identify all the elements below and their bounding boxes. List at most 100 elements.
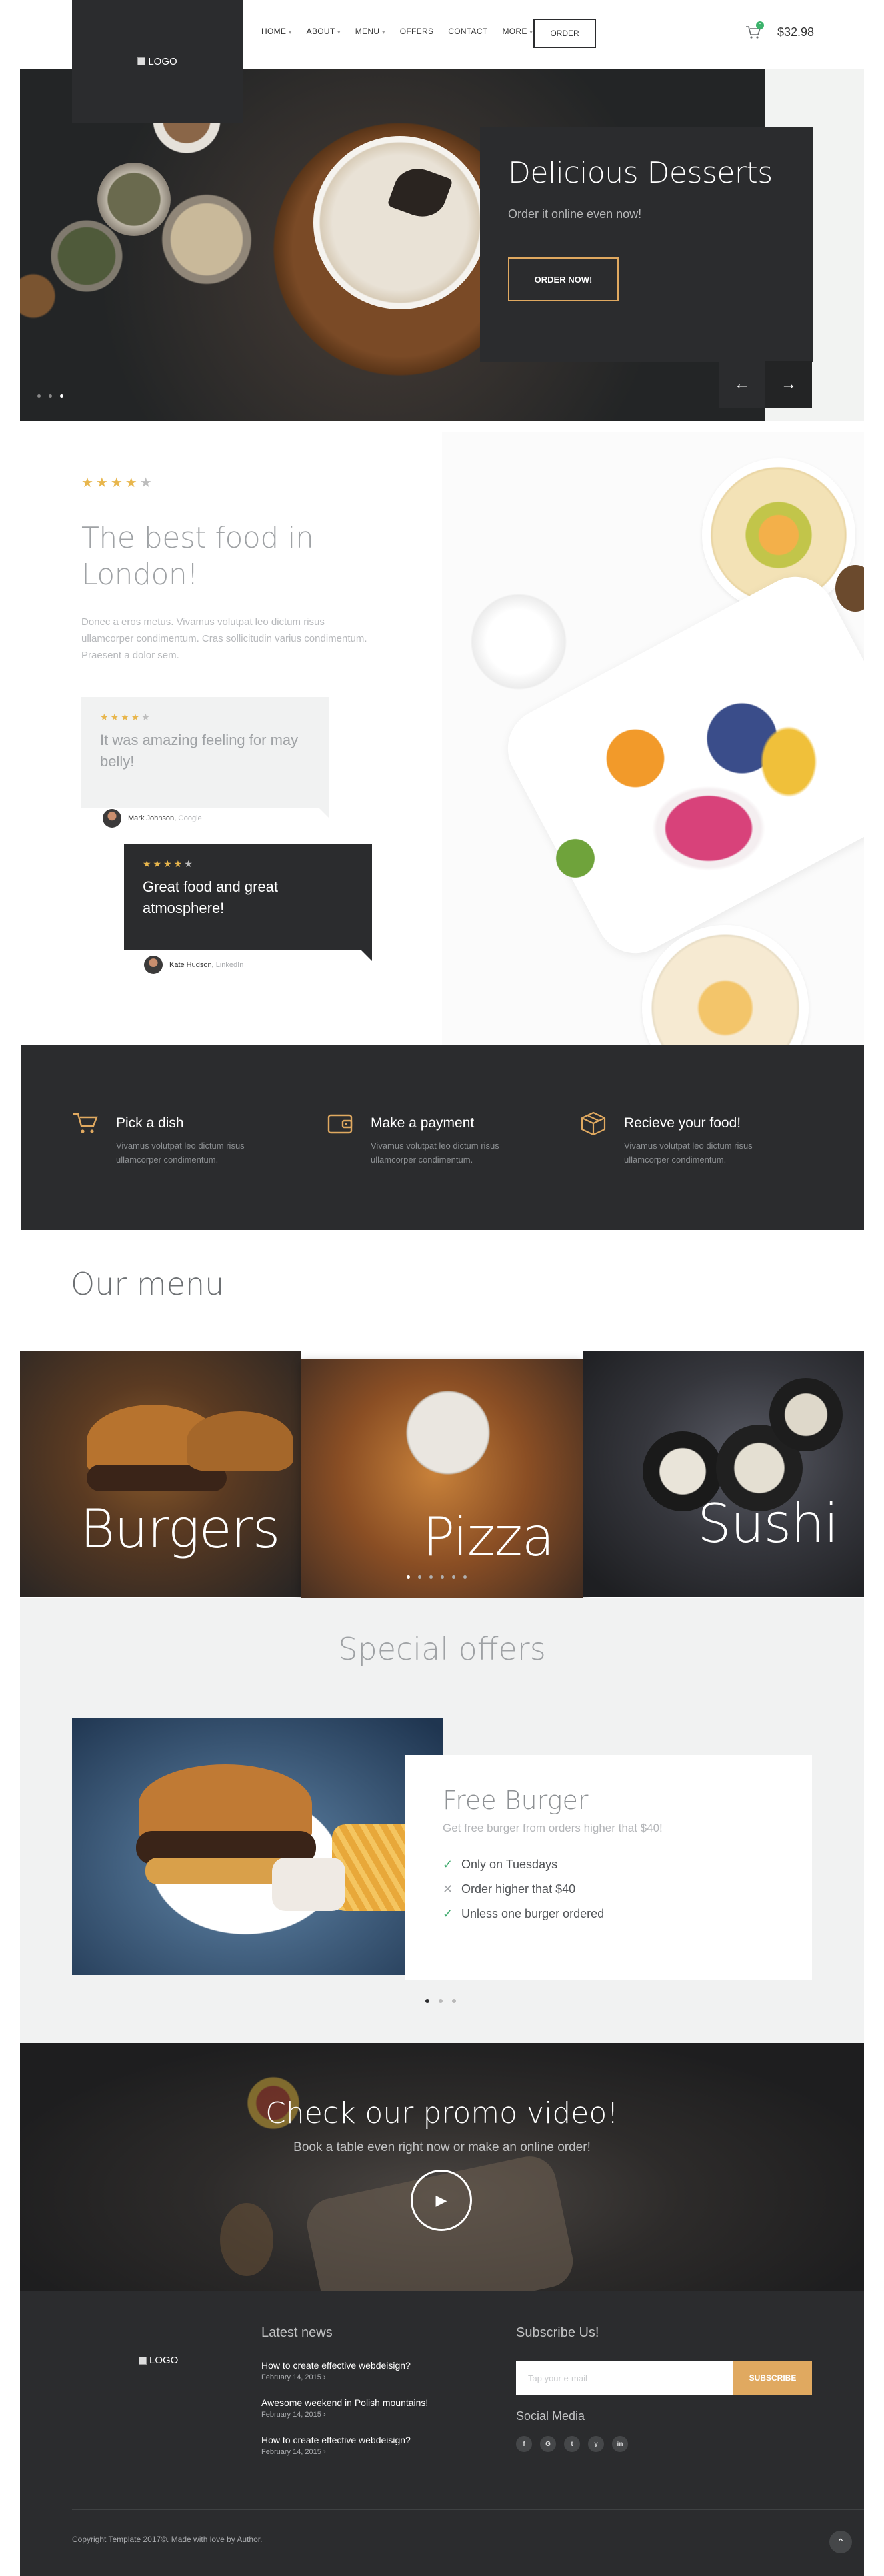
author-site[interactable]: Google (178, 814, 201, 822)
pagination-dot-active[interactable] (425, 1999, 429, 2003)
footer-divider (72, 2509, 864, 2510)
condition-text: Order higher that $40 (461, 1882, 576, 1896)
logo-image: LOGO (137, 56, 177, 67)
chevron-down-icon: ▾ (381, 29, 385, 35)
about-food-image (442, 432, 864, 1045)
facebook-icon[interactable]: f (516, 2436, 532, 2452)
news-item[interactable]: How to create effective webdeisign? Febr… (261, 2435, 411, 2456)
main-nav: HOME ▾ ABOUT ▾ MENU ▾ OFFERS CONTACT MOR… (261, 27, 533, 36)
review-tail (319, 808, 329, 818)
chevron-down-icon: ▾ (337, 29, 341, 35)
about-text: Donec a eros metus. Vivamus volutpat leo… (81, 616, 367, 661)
offer-image (72, 1718, 443, 1975)
review-rating: ★★★★★ (100, 712, 152, 722)
nav-home-label: HOME (261, 27, 287, 36)
menu-item-label: Burgers (80, 1498, 280, 1560)
pagination-dot[interactable] (452, 1575, 455, 1579)
menu-item-sushi[interactable]: Sushi (583, 1351, 864, 1597)
review-tail (361, 950, 372, 961)
hero-title: Delicious Desserts (508, 156, 773, 190)
author-site[interactable]: LinkedIn (216, 961, 244, 969)
chevron-down-icon: ▾ (288, 29, 292, 35)
promo-video-section: Check our promo video! Book a table even… (20, 2043, 864, 2291)
cart-count-badge: 0 (756, 21, 764, 29)
author-name: Mark Johnson, (128, 814, 177, 822)
avatar (103, 809, 121, 828)
menu-pagination (407, 1575, 467, 1579)
youtube-icon[interactable]: y (588, 2436, 604, 2452)
pagination-dot[interactable] (49, 394, 52, 398)
about-title: The best food in London! (81, 521, 314, 592)
offer-card: Free Burger Get free burger from orders … (405, 1755, 812, 1980)
pagination-dot[interactable] (463, 1575, 467, 1579)
arrow-right-icon: › (323, 2448, 326, 2456)
pagination-dot[interactable] (429, 1575, 433, 1579)
review-rating: ★★★★★ (143, 858, 195, 869)
nav-about[interactable]: ABOUT ▾ (307, 27, 341, 36)
promo-subtitle: Book a table even right now or make an o… (293, 2140, 591, 2154)
google-plus-icon[interactable]: G (540, 2436, 556, 2452)
check-icon: ✓ (443, 1858, 453, 1871)
news-item[interactable]: Awesome weekend in Polish mountains! Feb… (261, 2397, 428, 2419)
box-icon (581, 1111, 606, 1135)
news-title[interactable]: How to create effective webdeisign? (261, 2435, 411, 2445)
review-text: Great food and great atmosphere! (143, 878, 279, 916)
menu-item-burgers[interactable]: Burgers (20, 1351, 301, 1597)
cart-total[interactable]: $32.98 (777, 25, 814, 39)
nav-offers[interactable]: OFFERS (400, 27, 433, 36)
menu-heading: Our menu (71, 1266, 225, 1302)
copyright: Copyright Template 2017©. Made with love… (72, 2535, 263, 2544)
instagram-icon[interactable]: in (612, 2436, 628, 2452)
nav-more[interactable]: MORE ▾ (502, 27, 533, 36)
offer-conditions: ✓ Only on Tuesdays ✕ Order higher that $40… (443, 1858, 775, 1921)
news-title[interactable]: How to create effective webdeisign? (261, 2360, 411, 2371)
review-card: ★★★★★ Great food and great atmosphere! (124, 844, 372, 950)
step-title: Pick a dish (116, 1115, 184, 1131)
broken-image-icon (139, 2356, 147, 2365)
footer-logo[interactable]: LOGO (139, 2355, 178, 2366)
pagination-dot[interactable] (441, 1575, 444, 1579)
news-title[interactable]: Awesome weekend in Polish mountains! (261, 2397, 428, 2408)
pagination-dot[interactable] (418, 1575, 421, 1579)
offer-condition: ✓ Unless one burger ordered (443, 1907, 775, 1921)
nav-home[interactable]: HOME ▾ (261, 27, 292, 36)
play-video-button[interactable]: ▶ (411, 2170, 472, 2231)
slider-prev-button[interactable]: ← (719, 361, 765, 408)
nav-more-label: MORE (502, 27, 527, 36)
offer-condition: ✕ Order higher that $40 (443, 1882, 775, 1896)
slider-next-button[interactable]: → (765, 361, 812, 408)
pagination-dot[interactable] (452, 1999, 456, 2003)
offer-subtitle: Get free burger from orders higher that … (443, 1822, 663, 1834)
arrow-right-icon: › (323, 2411, 326, 2419)
email-field[interactable] (516, 2361, 733, 2395)
pagination-dot[interactable] (439, 1999, 443, 2003)
menu-item-label: Sushi (697, 1493, 839, 1555)
special-offers-heading: Special offers (338, 1631, 546, 1667)
header-order-button[interactable]: ORDER (533, 19, 596, 48)
check-icon: ✓ (443, 1907, 453, 1920)
back-to-top-button[interactable]: ⌃ (829, 2531, 852, 2553)
review-card: ★★★★★ It was amazing feeling for may bel… (81, 697, 329, 808)
nav-contact[interactable]: CONTACT (448, 27, 487, 36)
review-author: Kate Hudson, LinkedIn (144, 956, 243, 974)
site-logo[interactable]: LOGO (72, 0, 243, 123)
news-date: February 14, 2015 › (261, 2448, 326, 2456)
twitter-icon[interactable]: t (564, 2436, 580, 2452)
nav-about-label: ABOUT (306, 27, 335, 36)
review-author: Mark Johnson, Google (103, 809, 202, 828)
social-links: f G t y in (516, 2436, 628, 2452)
subscribe-heading: Subscribe Us! (516, 2325, 599, 2340)
author-name: Kate Hudson, (169, 961, 214, 969)
pagination-dot-active[interactable] (60, 394, 63, 398)
subscribe-button[interactable]: SUBSCRIBE (733, 2361, 812, 2395)
menu-item-pizza[interactable]: Pizza (301, 1359, 583, 1605)
nav-menu[interactable]: MENU ▾ (355, 27, 385, 36)
promo-title: Check our promo video! (265, 2096, 619, 2130)
pagination-dot-active[interactable] (407, 1575, 410, 1579)
offer-condition: ✓ Only on Tuesdays (443, 1858, 775, 1872)
pagination-dot[interactable] (37, 394, 41, 398)
latest-news-heading: Latest news (261, 2325, 333, 2340)
arrow-right-icon: › (323, 2373, 326, 2381)
news-item[interactable]: How to create effective webdeisign? Febr… (261, 2360, 411, 2381)
hero-order-now-button[interactable]: ORDER NOW! (508, 257, 619, 301)
